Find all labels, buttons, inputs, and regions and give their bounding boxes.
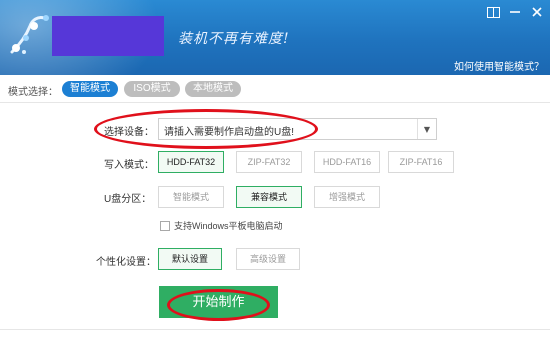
write-mode-zip-fat32[interactable]: ZIP-FAT32 (236, 151, 302, 173)
help-link[interactable]: 如何使用智能模式？ (454, 58, 544, 73)
slogan-text: 装机不再有难度! (178, 31, 290, 47)
footer-divider (0, 329, 550, 330)
mode-label: 模式选择： (8, 87, 58, 98)
device-select[interactable]: 请插入需要制作启动盘的U盘! ▼ (158, 118, 437, 140)
partition-smart[interactable]: 智能模式 (158, 186, 224, 208)
write-mode-label: 写入模式： (104, 160, 154, 171)
write-mode-hdd-fat32[interactable]: HDD-FAT32 (158, 151, 224, 173)
mode-bar: 模式选择： 智能模式 ISO模式 本地模式 (0, 76, 550, 103)
title-bar: 装机不再有难度! 如何使用智能模式？ (0, 0, 550, 75)
personalize-label: 个性化设置： (96, 257, 156, 268)
start-button[interactable]: 开始制作 (159, 286, 278, 318)
chevron-down-icon[interactable]: ▼ (417, 119, 436, 139)
device-label: 选择设备： (104, 127, 154, 138)
device-select-value: 请插入需要制作启动盘的U盘! (164, 127, 294, 138)
partition-compatible[interactable]: 兼容模式 (236, 186, 302, 208)
partition-enhanced[interactable]: 增强模式 (314, 186, 380, 208)
minimize-icon[interactable] (508, 5, 522, 19)
close-icon[interactable] (530, 5, 544, 19)
write-mode-hdd-fat16[interactable]: HDD-FAT16 (314, 151, 380, 173)
personalize-advanced[interactable]: 高级设置 (236, 248, 300, 270)
window-controls (486, 5, 544, 19)
tab-iso-mode[interactable]: ISO模式 (124, 81, 180, 97)
book-icon[interactable] (486, 5, 500, 19)
tab-local-mode[interactable]: 本地模式 (185, 81, 241, 97)
checkbox-box[interactable] (160, 220, 170, 231)
tab-smart-mode[interactable]: 智能模式 (62, 81, 118, 97)
partition-label: U盘分区： (104, 194, 152, 205)
write-mode-zip-fat16[interactable]: ZIP-FAT16 (388, 151, 454, 173)
tablet-support-checkbox[interactable]: 支持Windows平板电脑启动 (160, 219, 283, 232)
personalize-default[interactable]: 默认设置 (158, 248, 222, 270)
brand-logo-redacted (52, 16, 164, 56)
tablet-support-label: 支持Windows平板电脑启动 (174, 221, 283, 231)
